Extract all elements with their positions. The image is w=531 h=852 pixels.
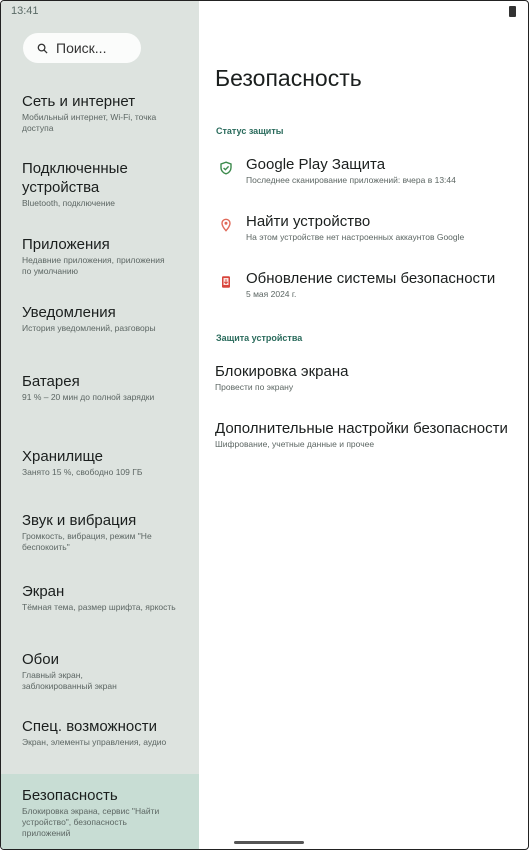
sidebar-item-security[interactable]: Безопасность Блокировка экрана, сервис "… (1, 774, 199, 849)
status-bar: 13:41 (1, 1, 199, 23)
row-subtitle: Провести по экрану (215, 382, 294, 392)
row-title: Найти устройство (246, 213, 371, 230)
row-subtitle: Шифрование, учетные данные и прочее (215, 439, 375, 449)
sidebar-item-accessibility[interactable]: Спец. возможности Экран, элементы управл… (1, 717, 199, 748)
sidebar-item-label: Подключенные устройства (22, 160, 128, 196)
sidebar-item-subtitle: Экран, элементы управления, аудио (22, 737, 167, 747)
search-button[interactable]: Поиск... (23, 33, 141, 63)
sidebar-item-apps[interactable]: Приложения Недавние приложения, приложен… (1, 235, 199, 277)
sidebar-item-label: Сеть и интернет (22, 93, 136, 110)
shield-check-icon (220, 161, 232, 175)
row-title: Дополнительные настройки безопасности (215, 420, 508, 437)
settings-window: 13:41 Поиск... Сеть и интернет Мобильный… (0, 0, 529, 850)
sidebar-item-display[interactable]: Экран Тёмная тема, размер шрифта, яркост… (1, 582, 199, 613)
status-time: 13:41 (11, 5, 39, 17)
sidebar-item-battery[interactable]: Батарея 91 % – 20 мин до полной зарядки (1, 372, 199, 403)
row-screen-lock[interactable]: Блокировка экрана Провести по экрану (199, 362, 528, 398)
sidebar-item-label: Приложения (22, 236, 110, 253)
row-text: Google Play Защита Последнее сканировани… (246, 155, 524, 186)
row-title: Обновление системы безопасности (246, 270, 496, 287)
search-placeholder: Поиск... (56, 40, 107, 56)
sidebar-item-sound[interactable]: Звук и вибрация Громкость, вибрация, реж… (1, 511, 199, 553)
sidebar-item-label: Уведомления (22, 304, 116, 321)
row-security-update[interactable]: Обновление системы безопасности 5 мая 20… (199, 269, 528, 305)
sidebar-item-connected-devices[interactable]: Подключенные устройства Bluetooth, подкл… (1, 159, 199, 209)
sidebar-item-subtitle: 91 % – 20 мин до полной зарядки (22, 392, 155, 402)
row-subtitle: На этом устройстве нет настроенных аккау… (246, 232, 465, 242)
sidebar-item-subtitle: Мобильный интернет, Wi-Fi, точка доступа (22, 112, 157, 133)
sidebar-item-subtitle: Тёмная тема, размер шрифта, яркость (22, 602, 176, 612)
settings-sidebar: 13:41 Поиск... Сеть и интернет Мобильный… (1, 1, 199, 849)
sidebar-item-subtitle: История уведомлений, разговоры (22, 323, 156, 333)
page-title: Безопасность (215, 65, 362, 91)
row-text: Блокировка экрана Провести по экрану (215, 362, 524, 393)
sidebar-item-label: Спец. возможности (22, 718, 157, 735)
sidebar-item-notifications[interactable]: Уведомления История уведомлений, разгово… (1, 303, 199, 334)
sidebar-item-label: Безопасность (22, 787, 118, 804)
search-icon (37, 43, 48, 54)
battery-icon (509, 6, 516, 17)
security-page: Безопасность Статус защиты Google Play З… (199, 1, 528, 849)
sidebar-item-subtitle: Блокировка экрана, сервис "Найти устройс… (22, 806, 160, 838)
row-title: Блокировка экрана (215, 363, 349, 380)
sidebar-item-subtitle: Главный экран, заблокированный экран (22, 670, 117, 691)
row-text: Обновление системы безопасности 5 мая 20… (246, 269, 524, 300)
row-subtitle: 5 мая 2024 г. (246, 289, 297, 299)
sidebar-item-label: Экран (22, 583, 65, 600)
section-header-device-protection: Защита устройства (216, 333, 303, 343)
row-subtitle: Последнее сканирование приложений: вчера… (246, 175, 456, 185)
row-google-play-protect[interactable]: Google Play Защита Последнее сканировани… (199, 155, 528, 191)
sidebar-item-label: Звук и вибрация (22, 512, 137, 529)
security-update-icon (222, 276, 230, 288)
row-text: Найти устройство На этом устройстве нет … (246, 212, 524, 243)
location-pin-icon (221, 218, 231, 232)
sidebar-item-label: Обои (22, 651, 59, 668)
sidebar-item-subtitle: Недавние приложения, приложения по умолч… (22, 255, 165, 276)
sidebar-item-wallpaper[interactable]: Обои Главный экран, заблокированный экра… (1, 650, 199, 692)
row-advanced-security[interactable]: Дополнительные настройки безопасности Ши… (199, 419, 528, 455)
sidebar-item-label: Хранилище (22, 448, 103, 465)
sidebar-item-subtitle: Занято 15 %, свободно 109 ГБ (22, 467, 143, 477)
sidebar-item-subtitle: Bluetooth, подключение (22, 198, 116, 208)
sidebar-item-storage[interactable]: Хранилище Занято 15 %, свободно 109 ГБ (1, 447, 199, 478)
row-title: Google Play Защита (246, 156, 386, 173)
sidebar-item-subtitle: Громкость, вибрация, режим "Не беспокоит… (22, 531, 152, 552)
gesture-navigation-bar[interactable] (234, 841, 304, 844)
sidebar-item-label: Батарея (22, 373, 80, 390)
row-text: Дополнительные настройки безопасности Ши… (215, 419, 524, 450)
section-header-protection-status: Статус защиты (216, 126, 284, 136)
sidebar-item-network[interactable]: Сеть и интернет Мобильный интернет, Wi-F… (1, 92, 199, 134)
row-find-device[interactable]: Найти устройство На этом устройстве нет … (199, 212, 528, 248)
